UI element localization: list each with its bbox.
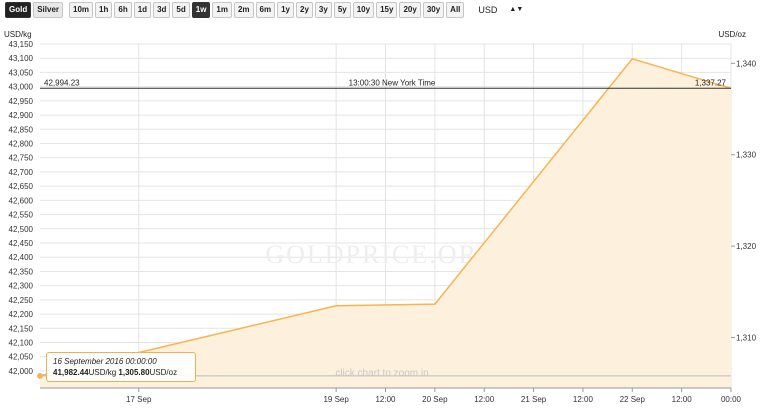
left-tick-label: 42,550 <box>9 211 34 220</box>
x-tick-label: 20 Sep <box>422 395 448 404</box>
left-tick-label: 42,050 <box>9 353 34 362</box>
right-axis-ticks: 1,340 1,330 1,320 1,310 <box>731 59 757 343</box>
right-tick-label: 1,340 <box>736 59 757 68</box>
tooltip-oz-value: 1,305.80 <box>118 368 150 377</box>
current-price-oz: 1,337.27 <box>695 78 727 87</box>
tooltip-oz-unit: USD/oz <box>149 368 178 377</box>
left-tick-label: 42,000 <box>9 367 34 376</box>
left-tick-label: 43,050 <box>9 68 34 77</box>
tooltip-kg-unit: USD/kg <box>88 368 117 377</box>
right-tick-label: 1,310 <box>736 334 757 343</box>
left-tick-label: 42,900 <box>9 111 34 120</box>
x-tick-label: 21 Sep <box>521 395 547 404</box>
right-axis-label: USD/oz <box>718 30 746 39</box>
left-tick-label: 42,700 <box>9 168 34 177</box>
left-tick-label: 42,650 <box>9 182 34 191</box>
current-time-label: 13:00:30 New York Time <box>349 78 436 87</box>
zoom-hint: click chart to zoom in <box>335 368 428 379</box>
x-tick-label: 12:00 <box>474 395 495 404</box>
x-tick-label: 17 Sep <box>126 395 152 404</box>
x-tick-label: 12:00 <box>375 395 396 404</box>
x-tick-label: 00:00 <box>721 395 742 404</box>
left-tick-label: 42,300 <box>9 282 34 291</box>
left-tick-label: 42,350 <box>9 267 34 276</box>
left-axis-ticks: 43,150 43,100 43,050 43,000 42,950 42,900 42,8… <box>9 40 34 376</box>
left-tick-label: 42,500 <box>9 225 34 234</box>
current-price-kg: 42,994.23 <box>44 78 80 87</box>
left-tick-label: 43,000 <box>9 83 34 92</box>
left-tick-label: 42,600 <box>9 196 34 205</box>
left-tick-label: 42,800 <box>9 140 34 149</box>
tooltip-kg-value: 41,982.44 <box>53 368 89 377</box>
price-chart[interactable]: GOLDPRICE.ORG 42,994.23 13:00:30 New Yor… <box>0 0 768 409</box>
tooltip-date: 16 September 2016 00:00:00 <box>53 357 157 366</box>
left-tick-label: 42,400 <box>9 253 34 262</box>
right-tick-label: 1,320 <box>736 242 757 251</box>
left-tick-label: 42,200 <box>9 310 34 319</box>
x-tick-label: 12:00 <box>573 395 594 404</box>
tooltip-values: 41,982.44USD/kg 1,305.80USD/oz <box>53 367 189 378</box>
left-axis-label: USD/kg <box>4 30 32 39</box>
right-tick-label: 1,330 <box>736 151 757 160</box>
x-axis-ticks: 17 Sep 19 Sep 12:00 20 Sep 12:00 21 Sep 12:00 2… <box>40 387 742 404</box>
x-tick-label: 22 Sep <box>620 395 646 404</box>
left-tick-label: 42,850 <box>9 125 34 134</box>
watermark: GOLDPRICE.ORG <box>265 240 498 269</box>
tooltip: 16 September 2016 00:00:00 41,982.44USD/… <box>46 352 196 382</box>
x-tick-label: 19 Sep <box>323 395 349 404</box>
left-tick-label: 42,250 <box>9 296 34 305</box>
left-tick-label: 43,150 <box>9 40 34 49</box>
left-tick-label: 42,950 <box>9 97 34 106</box>
left-tick-label: 42,750 <box>9 154 34 163</box>
left-tick-label: 42,100 <box>9 339 34 348</box>
left-tick-label: 42,450 <box>9 239 34 248</box>
x-tick-label: 12:00 <box>672 395 693 404</box>
left-tick-label: 42,150 <box>9 324 34 333</box>
left-tick-label: 43,100 <box>9 54 34 63</box>
